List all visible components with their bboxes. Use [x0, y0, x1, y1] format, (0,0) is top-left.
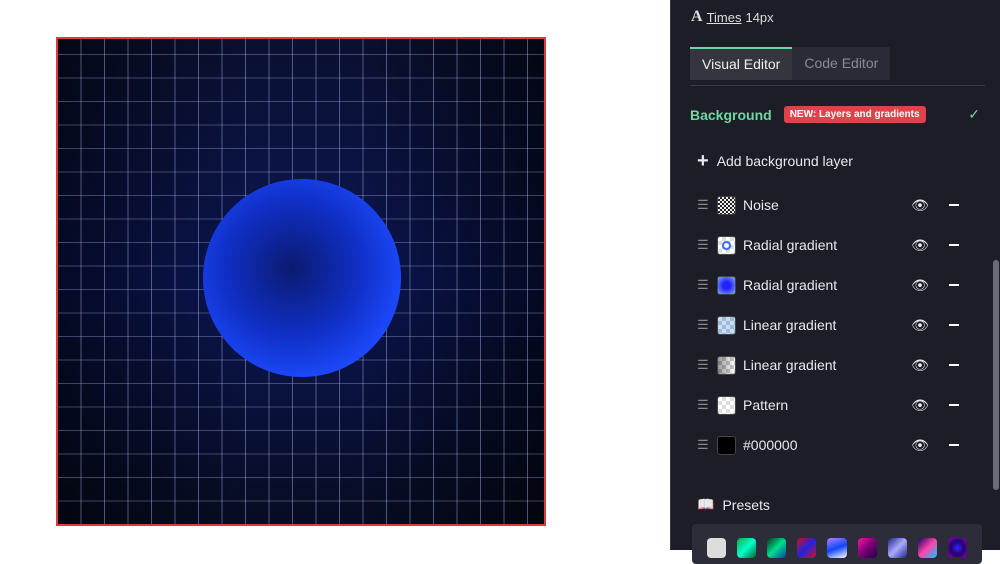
- preset-swatch[interactable]: [767, 538, 787, 558]
- eye-icon[interactable]: 👁: [909, 277, 931, 294]
- add-background-layer-button[interactable]: + Add background layer: [697, 150, 853, 172]
- layer-name: Radial gradient: [743, 237, 838, 253]
- editor-panel: A Times 14px Visual Editor Code Editor B…: [670, 0, 1000, 564]
- font-name-link[interactable]: Times: [707, 10, 742, 25]
- drag-handle-icon[interactable]: ☰: [697, 317, 717, 333]
- eye-icon[interactable]: 👁: [909, 237, 931, 254]
- layer-thumbnail-icon: [717, 315, 736, 335]
- layer-thumbnail-icon: [717, 355, 736, 375]
- remove-layer-icon[interactable]: [949, 284, 959, 286]
- layer-row[interactable]: ☰ #000000 👁: [697, 433, 959, 457]
- drag-handle-icon[interactable]: ☰: [697, 437, 717, 453]
- eye-icon[interactable]: 👁: [909, 197, 931, 214]
- plus-icon: +: [697, 150, 709, 172]
- remove-layer-icon[interactable]: [949, 404, 959, 406]
- drag-handle-icon[interactable]: ☰: [697, 237, 717, 253]
- layer-name: Linear gradient: [743, 317, 837, 333]
- layer-row[interactable]: ☰ Pattern 👁: [697, 393, 959, 417]
- presets-grid: [692, 524, 982, 564]
- font-info: A Times 14px: [691, 8, 774, 26]
- preview-canvas: [56, 37, 546, 526]
- layer-thumbnail-icon: [717, 435, 736, 455]
- preset-swatch[interactable]: [947, 538, 967, 558]
- drag-handle-icon[interactable]: ☰: [697, 277, 717, 293]
- remove-layer-icon[interactable]: [949, 444, 959, 446]
- remove-layer-icon[interactable]: [949, 324, 959, 326]
- remove-layer-icon[interactable]: [949, 244, 959, 246]
- drag-handle-icon[interactable]: ☰: [697, 357, 717, 373]
- drag-handle-icon[interactable]: ☰: [697, 197, 717, 213]
- eye-icon[interactable]: 👁: [909, 357, 931, 374]
- remove-layer-icon[interactable]: [949, 364, 959, 366]
- layer-row[interactable]: ☰ Linear gradient 👁: [697, 353, 959, 377]
- tab-code-editor[interactable]: Code Editor: [792, 47, 891, 80]
- blue-orb: [203, 179, 401, 377]
- layer-row[interactable]: ☰ Linear gradient 👁: [697, 313, 959, 337]
- layer-thumbnail-icon: [717, 195, 736, 215]
- layer-name: Pattern: [743, 397, 789, 413]
- tab-visual-editor[interactable]: Visual Editor: [690, 47, 793, 80]
- new-badge: NEW: Layers and gradients: [783, 106, 926, 123]
- background-section-header[interactable]: Background NEW: Layers and gradients ✓: [690, 106, 980, 123]
- preset-swatch[interactable]: [737, 538, 757, 558]
- preset-swatch[interactable]: [917, 538, 937, 558]
- presets-label: Presets: [722, 496, 770, 513]
- layer-name: Noise: [743, 197, 779, 213]
- chevron-down-icon[interactable]: ✓: [968, 106, 980, 123]
- add-layer-label: Add background layer: [716, 153, 853, 169]
- layer-row[interactable]: ☰ Noise 👁: [697, 193, 959, 217]
- preset-swatch[interactable]: [827, 538, 847, 558]
- drag-handle-icon[interactable]: ☰: [697, 397, 717, 413]
- layer-row[interactable]: ☰ Radial gradient 👁: [697, 273, 959, 297]
- book-icon: 📖: [697, 496, 715, 512]
- layer-name: #000000: [743, 437, 798, 453]
- eye-icon[interactable]: 👁: [909, 317, 931, 334]
- presets-header: 📖 Presets: [697, 496, 770, 513]
- preset-swatch[interactable]: [887, 538, 907, 558]
- layer-thumbnail-icon: [717, 395, 736, 415]
- preset-swatch[interactable]: [797, 538, 817, 558]
- eye-icon[interactable]: 👁: [909, 397, 931, 414]
- layer-row[interactable]: ☰ Radial gradient 👁: [697, 233, 959, 257]
- font-icon: A: [691, 8, 703, 25]
- layer-name: Radial gradient: [743, 277, 838, 293]
- remove-layer-icon[interactable]: [949, 204, 959, 206]
- layer-name: Linear gradient: [743, 357, 837, 373]
- preset-swatch[interactable]: [857, 538, 877, 558]
- font-size: 14px: [745, 9, 774, 25]
- preset-swatch[interactable]: [707, 538, 727, 558]
- scrollbar[interactable]: [993, 260, 999, 490]
- layer-thumbnail-icon: [717, 275, 736, 295]
- background-title: Background: [690, 106, 772, 123]
- eye-icon[interactable]: 👁: [909, 437, 931, 454]
- layer-thumbnail-icon: [717, 235, 736, 255]
- divider: [690, 85, 985, 86]
